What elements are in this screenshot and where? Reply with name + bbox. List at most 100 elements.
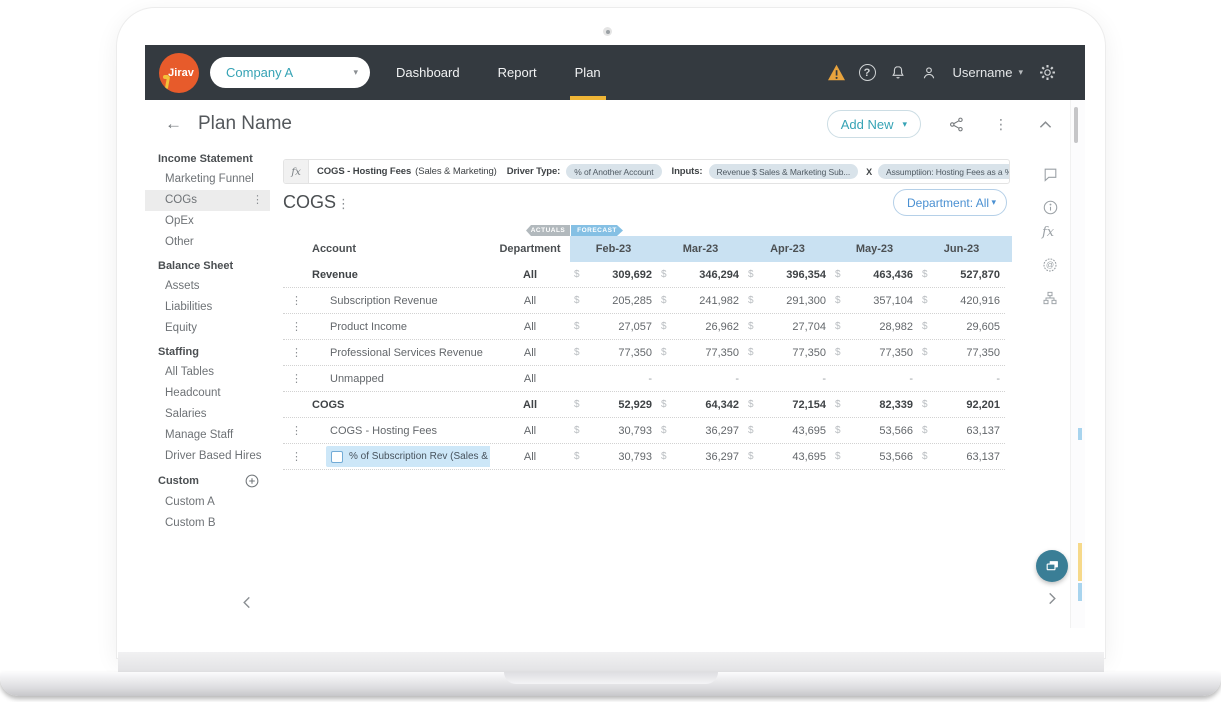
sidebar-item-opex[interactable]: OpEx <box>145 211 270 232</box>
department-filter[interactable]: Department: All ▾ <box>893 189 1007 216</box>
column-header-account[interactable]: Account <box>310 243 490 255</box>
settings-icon[interactable] <box>1038 63 1057 82</box>
formulas-icon[interactable]: fx <box>1042 225 1054 240</box>
chat-fab-button[interactable] <box>1036 550 1068 582</box>
column-header-month[interactable]: May-23 <box>831 243 918 255</box>
row-menu-icon[interactable]: ⋮ <box>283 424 310 437</box>
column-header-department[interactable]: Department <box>490 243 570 255</box>
value-cell[interactable]: $77,350 <box>657 347 744 359</box>
value-cell[interactable]: $43,695 <box>744 425 831 437</box>
collapse-panel-icon[interactable] <box>1039 120 1052 129</box>
value-cell[interactable]: $28,982 <box>831 321 918 333</box>
value-cell[interactable]: $420,916 <box>918 295 1005 307</box>
value-cell[interactable]: $72,154 <box>744 399 831 411</box>
sidebar-item-liabilities[interactable]: Liabilities <box>145 297 270 318</box>
value-cell[interactable]: - <box>657 373 744 385</box>
row-menu-icon[interactable]: ⋮ <box>283 320 310 333</box>
value-cell[interactable]: $77,350 <box>570 347 657 359</box>
nav-dashboard[interactable]: Dashboard <box>396 45 460 100</box>
sidebar-item-salaries[interactable]: Salaries <box>145 404 270 425</box>
column-header-month[interactable]: Feb-23 <box>570 243 657 255</box>
comments-icon[interactable] <box>1042 166 1059 183</box>
value-cell[interactable]: $77,350 <box>831 347 918 359</box>
sidebar-item-headcount[interactable]: Headcount <box>145 383 270 404</box>
sidebar-item-all-tables[interactable]: All Tables <box>145 362 270 383</box>
row-menu-icon[interactable]: ⋮ <box>283 346 310 359</box>
sidebar-item-driver-based-hires[interactable]: Driver Based Hires <box>145 446 270 467</box>
sidebar-item-marketing-funnel[interactable]: Marketing Funnel <box>145 169 270 190</box>
value-cell[interactable]: - <box>918 373 1005 385</box>
value-cell[interactable]: $309,692 <box>570 269 657 281</box>
assumptions-icon[interactable]: @ <box>1042 257 1058 273</box>
scrollbar-thumb[interactable] <box>1074 107 1078 143</box>
value-cell[interactable]: $527,870 <box>918 269 1005 281</box>
value-cell[interactable]: $291,300 <box>744 295 831 307</box>
sidebar-item-custom-a[interactable]: Custom A <box>145 492 270 513</box>
row-menu-icon[interactable]: ⋮ <box>283 294 310 307</box>
table-row[interactable]: Revenue All $309,692 $346,294 $396,354 $… <box>283 262 1005 288</box>
company-selector[interactable]: Company A ▾ <box>210 57 370 88</box>
value-cell[interactable]: $77,350 <box>918 347 1005 359</box>
value-cell[interactable]: - <box>570 373 657 385</box>
sidebar-collapse-icon[interactable] <box>242 596 251 609</box>
value-cell[interactable]: $43,695 <box>744 451 831 463</box>
value-cell[interactable]: $53,566 <box>831 425 918 437</box>
help-icon[interactable]: ? <box>858 64 876 81</box>
user-menu[interactable]: Username ▾ <box>953 65 1024 80</box>
table-row[interactable]: ⋮ Product Income All $27,057 $26,962 $27… <box>283 314 1005 340</box>
value-cell[interactable]: $26,962 <box>657 321 744 333</box>
sidebar-item-equity[interactable]: Equity <box>145 318 270 339</box>
sheet-menu-icon[interactable]: ⋮ <box>337 196 350 212</box>
account-icon[interactable] <box>920 64 938 82</box>
column-header-month[interactable]: Mar-23 <box>657 243 744 255</box>
column-header-month[interactable]: Apr-23 <box>744 243 831 255</box>
value-cell[interactable]: $30,793 <box>570 451 657 463</box>
value-cell[interactable]: $29,605 <box>918 321 1005 333</box>
notifications-icon[interactable] <box>889 64 907 82</box>
formula-bar[interactable]: fx COGS - Hosting Fees (Sales & Marketin… <box>283 159 1010 184</box>
jirav-logo[interactable]: Jirav <box>159 52 199 93</box>
sidebar-item-other[interactable]: Other <box>145 232 270 253</box>
value-cell[interactable]: $241,982 <box>657 295 744 307</box>
value-cell[interactable]: $63,137 <box>918 451 1005 463</box>
row-menu-icon[interactable]: ⋮ <box>283 450 310 463</box>
sidebar-item-cogs[interactable]: COGs ⋮ <box>145 190 270 211</box>
table-row[interactable]: COGS All $52,929 $64,342 $72,154 $82,339… <box>283 392 1005 418</box>
sidebar-item-assets[interactable]: Assets <box>145 276 270 297</box>
value-cell[interactable]: $463,436 <box>831 269 918 281</box>
table-row[interactable]: ⋮ % of Subscription Rev (Sales & Marketi… <box>283 444 1005 470</box>
value-cell[interactable]: $92,201 <box>918 399 1005 411</box>
value-cell[interactable]: $52,929 <box>570 399 657 411</box>
input-chip-revenue[interactable]: Revenue $ Sales & Marketing Sub... <box>708 164 859 179</box>
nav-report[interactable]: Report <box>498 45 537 100</box>
back-arrow-icon[interactable]: ← <box>165 114 182 134</box>
expand-right-icon[interactable] <box>1048 592 1057 605</box>
table-row[interactable]: ⋮ Unmapped All - - - - - <box>283 366 1005 392</box>
table-row[interactable]: ⋮ COGS - Hosting Fees All $30,793 $36,29… <box>283 418 1005 444</box>
more-options-icon[interactable]: ⋮ <box>994 116 1008 133</box>
value-cell[interactable]: $30,793 <box>570 425 657 437</box>
driver-type-chip[interactable]: % of Another Account <box>566 164 662 179</box>
value-cell[interactable]: $396,354 <box>744 269 831 281</box>
value-cell[interactable]: $63,137 <box>918 425 1005 437</box>
table-row[interactable]: ⋮ Subscription Revenue All $205,285 $241… <box>283 288 1005 314</box>
table-row[interactable]: ⋮ Professional Services Revenue All $77,… <box>283 340 1005 366</box>
value-cell[interactable]: $27,057 <box>570 321 657 333</box>
value-cell[interactable]: $82,339 <box>831 399 918 411</box>
nav-plan[interactable]: Plan <box>575 45 601 100</box>
value-cell[interactable]: $36,297 <box>657 425 744 437</box>
input-chip-assumption[interactable]: Assumptiion: Hosting Fees as a % of Reve… <box>878 164 1009 179</box>
value-cell[interactable]: $346,294 <box>657 269 744 281</box>
value-cell[interactable]: $77,350 <box>744 347 831 359</box>
item-menu-icon[interactable]: ⋮ <box>252 190 263 211</box>
value-cell[interactable]: $27,704 <box>744 321 831 333</box>
share-icon[interactable] <box>948 116 965 133</box>
add-new-button[interactable]: Add New ▾ <box>826 110 921 138</box>
value-cell[interactable]: $36,297 <box>657 451 744 463</box>
sidebar-item-manage-staff[interactable]: Manage Staff <box>145 425 270 446</box>
org-chart-icon[interactable] <box>1042 290 1058 306</box>
value-cell[interactable]: $53,566 <box>831 451 918 463</box>
warning-icon[interactable] <box>827 64 846 81</box>
value-cell[interactable]: $64,342 <box>657 399 744 411</box>
add-custom-icon[interactable] <box>245 474 259 488</box>
